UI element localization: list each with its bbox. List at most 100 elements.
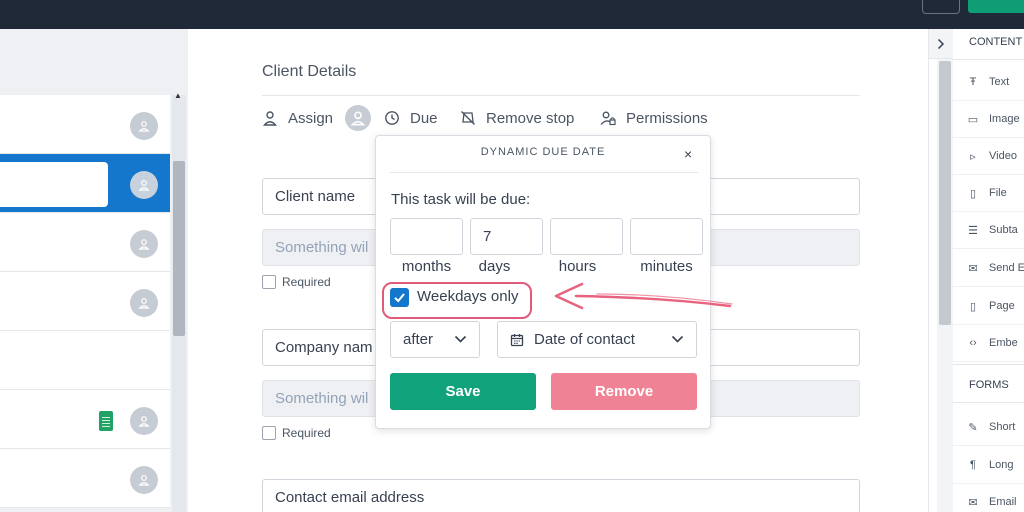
anchor-date-select[interactable]: Date of contact — [497, 321, 697, 358]
remove-button[interactable]: Remove — [551, 373, 697, 410]
task-row[interactable] — [0, 272, 170, 331]
anchor-date-value: Date of contact — [534, 331, 635, 348]
user-avatar-icon[interactable] — [130, 289, 158, 317]
hours-input[interactable] — [550, 218, 623, 255]
file-icon: ▯ — [969, 187, 977, 200]
assign-button[interactable]: Assign — [262, 105, 372, 131]
palette-item-label: Email — [989, 496, 1017, 508]
task-row[interactable] — [0, 449, 170, 508]
palette-item-short-text[interactable]: ✎ Short — [953, 409, 1024, 446]
palette-item-label: Long — [989, 459, 1014, 471]
palette-item-video[interactable]: ▹ Video — [953, 138, 1024, 175]
palette-item-page[interactable]: ▯ Page — [953, 288, 1024, 325]
due-button[interactable]: Due — [384, 105, 438, 131]
task-name-input[interactable] — [0, 162, 108, 207]
task-row[interactable] — [0, 213, 170, 272]
palette-divider — [953, 402, 1024, 403]
task-list-pane: ▲ — [0, 29, 188, 512]
remove-stop-icon — [461, 111, 475, 125]
contact-email-field[interactable]: Contact email address — [262, 479, 860, 512]
assign-label: Assign — [288, 109, 334, 127]
months-label: months — [401, 258, 452, 275]
section-divider — [262, 95, 860, 96]
relation-select[interactable]: after — [390, 321, 480, 358]
permissions-label: Permissions — [626, 109, 708, 127]
palette-item-label: Send E — [988, 262, 1024, 274]
subtask-list-icon: ☰ — [968, 224, 978, 237]
required-toggle[interactable]: Required — [262, 426, 331, 440]
palette-item-subtasks[interactable]: ☰ Subta — [953, 212, 1024, 249]
palette-item-text[interactable]: Ŧ Text — [953, 64, 1024, 101]
required-checkbox[interactable] — [262, 275, 276, 289]
spreadsheet-icon — [99, 411, 113, 431]
palette-item-label: Embe — [989, 337, 1018, 349]
user-avatar-icon[interactable] — [130, 112, 158, 140]
palette-item-label: Image — [989, 113, 1020, 125]
code-icon: ‹› — [969, 337, 977, 349]
task-row-active[interactable] — [0, 154, 170, 213]
palette-item-label: File — [989, 187, 1007, 199]
task-row[interactable] — [0, 95, 170, 154]
text-icon: Ŧ — [969, 76, 977, 88]
task-list-header — [0, 29, 172, 95]
calendar-icon — [510, 333, 524, 346]
chevron-right-icon — [937, 38, 945, 49]
user-icon — [262, 111, 278, 126]
palette-item-label: Page — [989, 300, 1015, 312]
remove-stop-button[interactable]: Remove stop — [460, 105, 574, 131]
page-icon: ▯ — [969, 300, 977, 313]
video-icon: ▹ — [970, 150, 976, 163]
top-bar — [0, 0, 1024, 29]
task-list-scroll-thumb[interactable] — [173, 161, 185, 336]
user-avatar-icon[interactable] — [130, 466, 158, 494]
palette-item-image[interactable]: ▭ Image — [953, 101, 1024, 138]
required-label: Required — [282, 275, 331, 289]
weekdays-label[interactable]: Weekdays only — [417, 288, 518, 305]
palette-item-embed[interactable]: ‹› Embe — [953, 325, 1024, 362]
close-icon[interactable]: × — [684, 146, 692, 162]
task-row[interactable] — [0, 390, 170, 449]
annotation-arrow-icon — [554, 282, 733, 310]
palette-item-label: Subta — [989, 224, 1018, 236]
scroll-up-icon[interactable]: ▲ — [174, 91, 182, 100]
due-prompt: This task will be due: — [391, 191, 531, 208]
assignee-avatar-icon[interactable] — [345, 105, 372, 131]
relation-value: after — [403, 331, 434, 348]
popup-divider — [390, 172, 698, 173]
checkmark-icon — [394, 293, 405, 303]
user-lock-icon — [600, 111, 616, 126]
palette-divider — [953, 59, 1024, 60]
image-icon: ▭ — [967, 113, 979, 126]
section-title: Client Details — [262, 63, 357, 80]
user-avatar-icon[interactable] — [130, 171, 158, 199]
chevron-down-icon — [454, 335, 467, 343]
remove-stop-label: Remove stop — [486, 109, 575, 127]
days-input[interactable]: 7 — [470, 218, 543, 255]
permissions-button[interactable]: Permissions — [600, 105, 708, 131]
element-palette: CONTENT Ŧ Text ▭ Image ▹ Video ▯ File ☰ … — [928, 29, 1024, 512]
palette-item-send-email[interactable]: ✉ Send E — [953, 250, 1024, 287]
weekdays-checkbox[interactable] — [390, 288, 409, 307]
chevron-down-icon — [671, 335, 684, 343]
task-list — [0, 95, 170, 508]
top-bar-primary-button[interactable] — [968, 0, 1024, 13]
palette-divider — [953, 364, 1024, 365]
required-toggle[interactable]: Required — [262, 275, 331, 289]
palette-item-label: Short — [989, 421, 1016, 433]
palette-item-email[interactable]: ✉ Email — [953, 484, 1024, 512]
months-input[interactable] — [390, 218, 463, 255]
collapse-palette-button[interactable] — [929, 29, 953, 59]
user-avatar-icon[interactable] — [130, 407, 158, 435]
user-avatar-icon[interactable] — [130, 230, 158, 258]
task-row[interactable] — [0, 331, 170, 390]
days-label: days — [478, 258, 511, 275]
palette-item-file[interactable]: ▯ File — [953, 175, 1024, 212]
top-bar-button[interactable] — [922, 0, 960, 14]
minutes-label: minutes — [640, 258, 693, 275]
required-checkbox[interactable] — [262, 426, 276, 440]
save-button[interactable]: Save — [390, 373, 536, 410]
palette-scroll-thumb[interactable] — [939, 61, 951, 325]
palette-item-long-text[interactable]: ¶ Long — [953, 447, 1024, 484]
email-icon: ✉ — [968, 496, 978, 509]
minutes-input[interactable] — [630, 218, 703, 255]
